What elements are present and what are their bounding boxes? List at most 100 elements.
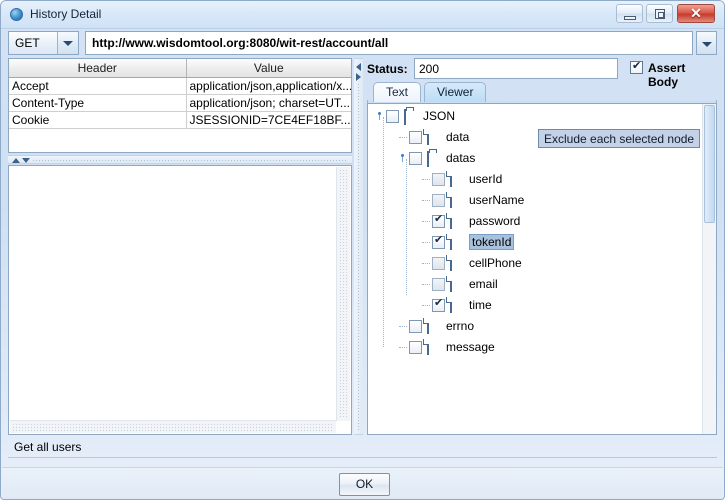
column-header-value[interactable]: Value <box>186 59 351 78</box>
chevron-down-icon <box>701 42 712 47</box>
file-icon <box>427 318 429 334</box>
tree-node-checkbox[interactable] <box>432 212 445 228</box>
tree-branch-line <box>399 347 407 348</box>
file-icon <box>450 192 452 208</box>
request-body-area[interactable] <box>8 165 352 435</box>
file-icon <box>450 255 452 271</box>
file-icon <box>450 213 452 229</box>
cell-header-value: JSESSIONID=7CE4EF18BF... <box>186 111 351 129</box>
scrollbar-thumb[interactable] <box>704 105 715 223</box>
tree-node-cellphone[interactable]: cellPhone <box>368 253 702 274</box>
maximize-icon <box>655 9 665 19</box>
tab-viewer[interactable]: Viewer <box>424 82 487 102</box>
folder-icon <box>404 109 406 125</box>
tree-node-checkbox[interactable] <box>432 296 445 312</box>
tree-node-tokenid[interactable]: tokenId <box>368 232 702 253</box>
status-input[interactable]: 200 <box>414 58 618 79</box>
close-button[interactable]: ✕ <box>677 4 715 23</box>
method-dropdown-arrow[interactable] <box>57 32 78 54</box>
url-input[interactable]: http://www.wisdomtool.org:8080/wit-rest/… <box>85 31 693 55</box>
table-row[interactable]: Cookie JSESSIONID=7CE4EF18BF... <box>9 111 351 129</box>
tree-node-username[interactable]: userName <box>368 190 702 211</box>
status-label: Status: <box>367 62 408 76</box>
collapse-right-icon[interactable] <box>356 73 361 81</box>
tree-node-checkbox[interactable] <box>409 131 422 144</box>
http-method-label: GET <box>15 36 40 50</box>
table-row[interactable]: Accept application/json,application/x... <box>9 77 351 95</box>
horizontal-split-divider[interactable] <box>8 155 352 164</box>
tree-node-message[interactable]: message <box>368 337 702 358</box>
tree-node-label: cellPhone <box>469 256 522 270</box>
tree-node-label: datas <box>446 151 476 165</box>
tree-branch-line <box>422 179 430 180</box>
tree-node-label: time <box>469 298 492 312</box>
tree-branch-line <box>399 326 407 327</box>
description-field[interactable]: Get all users <box>8 437 717 458</box>
tree-node-label: userId <box>469 172 503 186</box>
url-history-dropdown-button[interactable] <box>696 31 717 55</box>
tree-branch-line <box>399 137 407 138</box>
tree-node-label: tokenId <box>469 234 515 250</box>
tree-node-checkbox[interactable] <box>386 110 399 123</box>
tree-node-checkbox[interactable] <box>432 194 445 207</box>
tree-node-checkbox[interactable] <box>409 341 422 354</box>
tree-branch-line <box>422 200 430 201</box>
tree-node-checkbox[interactable] <box>432 233 445 249</box>
tree-node-checkbox[interactable] <box>409 320 422 333</box>
tree-node-label: JSON <box>423 109 456 123</box>
body-horizontal-scrollbar[interactable] <box>10 420 336 433</box>
assert-body-checkbox[interactable] <box>630 59 643 74</box>
tree-node-userid[interactable]: userId <box>368 169 702 190</box>
headers-table-container: Header Value Accept application/json,app… <box>8 58 352 153</box>
collapse-left-icon[interactable] <box>356 63 361 71</box>
window-title: History Detail <box>30 7 102 21</box>
table-row[interactable]: Content-Type application/json; charset=U… <box>9 94 351 112</box>
tree-node-datas[interactable]: datas <box>368 148 702 169</box>
tree-node-checkbox[interactable] <box>432 173 445 186</box>
maximize-button[interactable] <box>646 4 673 23</box>
collapse-up-icon[interactable] <box>12 158 20 163</box>
cell-header-name: Cookie <box>9 111 187 129</box>
file-icon <box>450 171 452 187</box>
response-panel: Status: 200 Assert Body Text Viewer JSON… <box>365 58 717 435</box>
tree-node-label: email <box>469 277 498 291</box>
description-text: Get all users <box>14 440 82 454</box>
status-row: Status: 200 Assert Body <box>365 58 717 89</box>
exclude-nodes-tooltip: Exclude each selected node <box>538 129 701 148</box>
url-value: http://www.wisdomtool.org:8080/wit-rest/… <box>92 36 389 50</box>
tree-node-checkbox[interactable] <box>409 152 422 165</box>
chevron-down-icon <box>63 41 73 46</box>
tree-node-password[interactable]: password <box>368 211 702 232</box>
divider-grip <box>32 159 348 162</box>
cell-header-value: application/json; charset=UT... <box>186 94 351 112</box>
cell-header-value: application/json,application/x... <box>186 77 351 95</box>
divider-grip <box>357 83 360 430</box>
dialog-button-bar: OK <box>2 467 723 499</box>
tree-branch-line <box>422 305 430 306</box>
tree-node-time[interactable]: time <box>368 295 702 316</box>
vertical-split-divider[interactable] <box>354 58 363 435</box>
history-detail-window: History Detail ✕ GET http://www.wisdomto… <box>0 0 725 500</box>
tree-node-json[interactable]: JSON <box>368 106 702 127</box>
title-bar: History Detail ✕ <box>1 1 724 29</box>
file-icon <box>450 297 452 313</box>
file-icon <box>450 276 452 292</box>
http-method-select[interactable]: GET <box>8 31 79 55</box>
tree-branch-line <box>422 242 430 243</box>
tree-node-label: data <box>446 130 470 144</box>
request-panel: Header Value Accept application/json,app… <box>8 58 352 435</box>
tree-node-label: userName <box>469 193 525 207</box>
tree-node-email[interactable]: email <box>368 274 702 295</box>
status-value: 200 <box>419 62 440 76</box>
tab-text[interactable]: Text <box>373 82 422 102</box>
tree-vertical-scrollbar[interactable] <box>702 104 716 434</box>
column-header-header[interactable]: Header <box>9 59 187 78</box>
ok-button[interactable]: OK <box>339 473 390 496</box>
tree-node-checkbox[interactable] <box>432 278 445 291</box>
folder-icon <box>427 151 429 167</box>
body-vertical-scrollbar[interactable] <box>336 167 350 421</box>
minimize-button[interactable] <box>616 4 643 23</box>
tree-node-checkbox[interactable] <box>432 257 445 270</box>
collapse-down-icon[interactable] <box>22 158 30 163</box>
tree-node-errno[interactable]: errno <box>368 316 702 337</box>
